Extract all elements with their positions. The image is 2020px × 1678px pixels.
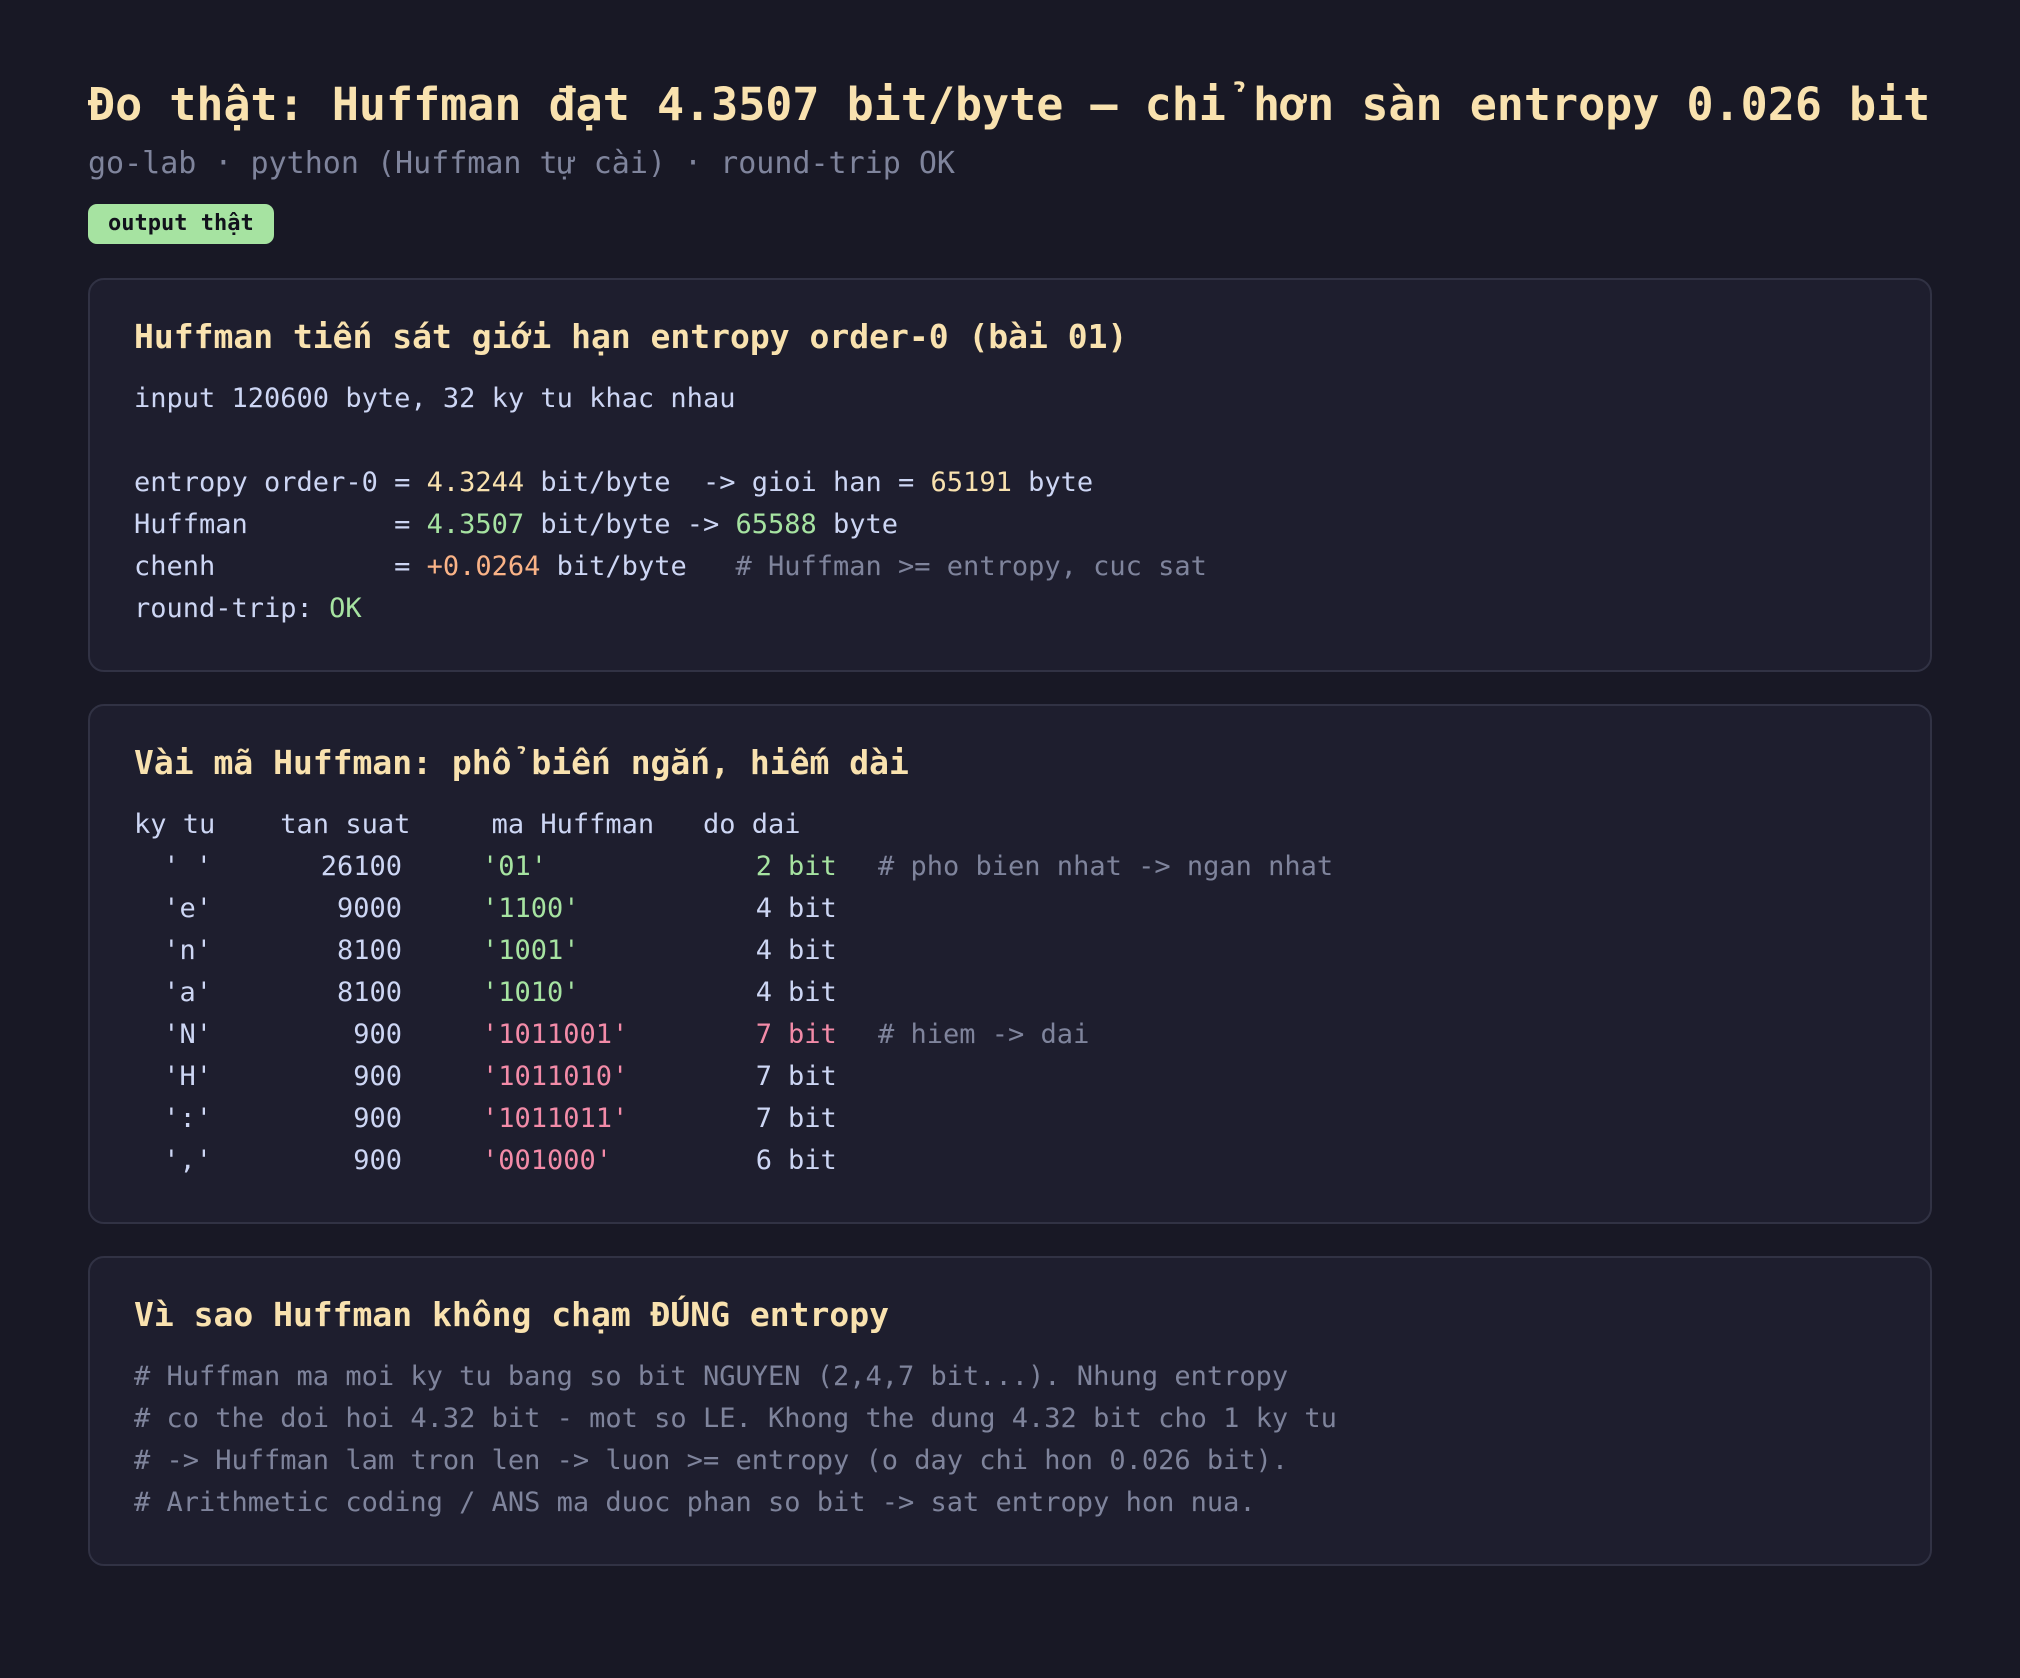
symbol-cell: ',' (163, 1145, 212, 1176)
length-cell: 6 (755, 1145, 772, 1176)
frequency-cell: 900 (353, 1061, 402, 1092)
unit-cell: bit (788, 893, 837, 924)
code-cell: '1001' (482, 935, 580, 966)
frequency-cell: 8100 (336, 935, 402, 966)
unit-cell: bit (788, 1061, 837, 1092)
table-row: ' ' 26100 '01' 2 bit # pho bien nhat -> ngan … (134, 846, 1886, 888)
table-row: 'e' 9000 '1100' 4 bit (134, 888, 1886, 930)
diff-value: +0.0264 (426, 551, 541, 582)
code-cell: '1011001' (482, 1019, 629, 1050)
card-entropy: Huffman tiến sát giới hạn entropy order-… (88, 278, 1932, 672)
table-row: 'n' 8100 '1001' 4 bit (134, 930, 1886, 972)
length-cell: 4 (755, 935, 772, 966)
table-row: ':' 900 '1011011' 7 bit (134, 1098, 1886, 1140)
codes-header: ky tu tan suat ma Huffman do dai (134, 809, 801, 840)
frequency-cell: 9000 (336, 893, 402, 924)
why-line: # Huffman ma moi ky tu bang so bit NGUYE… (134, 1361, 1289, 1392)
table-row: 'H' 900 '1011010' 7 bit (134, 1056, 1886, 1098)
code-cell: '001000' (482, 1145, 613, 1176)
card-why-title: Vì sao Huffman không chạm ĐÚNG entropy (134, 1295, 889, 1334)
code-cell: '1100' (482, 893, 580, 924)
entropy-mid: bit/byte -> gioi han = (524, 467, 931, 498)
unit-cell: bit (788, 1145, 837, 1176)
page-subtitle: go-lab · python (Huffman tự cài) · round… (88, 146, 955, 181)
entropy-unit: byte (1011, 467, 1094, 498)
symbol-cell: 'e' (163, 893, 212, 924)
symbol-cell: ' ' (163, 851, 212, 882)
table-row: ',' 900 '001000' 6 bit (134, 1140, 1886, 1182)
row-comment: # pho bien nhat -> ngan nhat (878, 851, 1334, 882)
table-row: 'N' 900 '1011001' 7 bit # hiem -> dai (134, 1014, 1886, 1056)
diff-comment: # Huffman >= entropy, cuc sat (735, 551, 1207, 582)
input-line: input 120600 byte, 32 ky tu khac nhau (134, 383, 736, 414)
page-title: Đo thật: Huffman đạt 4.3507 bit/byte — c… (88, 78, 1931, 131)
card-why: Vì sao Huffman không chạm ĐÚNG entropy #… (88, 1256, 1932, 1566)
codes-table: ' ' 26100 '01' 2 bit # pho bien nhat -> ngan … (134, 846, 1886, 1182)
table-row: 'a' 8100 '1010' 4 bit (134, 972, 1886, 1014)
frequency-cell: 900 (353, 1145, 402, 1176)
roundtrip-label: round-trip: (134, 593, 330, 624)
huffman-line: Huffman = 4.3507 bit/byte -> 65588 byte (134, 504, 1886, 546)
unit-cell: bit (788, 1103, 837, 1134)
huffman-bytes: 65588 (735, 509, 817, 540)
entropy-value: 4.3244 (426, 467, 525, 498)
length-cell: 2 (755, 851, 772, 882)
entropy-label: entropy order-0 = (134, 467, 427, 498)
card-codes-title: Vài mã Huffman: phổ biến ngắn, hiếm dài (134, 743, 909, 782)
huffman-label: Huffman = (134, 509, 427, 540)
symbol-cell: ':' (163, 1103, 212, 1134)
symbol-cell: 'n' (163, 935, 212, 966)
frequency-cell: 8100 (336, 977, 402, 1008)
row-comment: # hiem -> dai (878, 1019, 1090, 1050)
unit-cell: bit (788, 851, 837, 882)
length-cell: 4 (755, 893, 772, 924)
frequency-cell: 26100 (320, 851, 402, 882)
code-cell: '1010' (482, 977, 580, 1008)
huffman-unit: byte (816, 509, 899, 540)
roundtrip-line: round-trip: OK (134, 588, 1886, 630)
why-line: # Arithmetic coding / ANS ma duoc phan s… (134, 1487, 1256, 1518)
output-badge: output thật (88, 204, 274, 244)
why-line: # -> Huffman lam tron len -> luon >= ent… (134, 1445, 1289, 1476)
code-cell: '1011011' (482, 1103, 629, 1134)
unit-cell: bit (788, 935, 837, 966)
huffman-value: 4.3507 (426, 509, 525, 540)
why-line: # co the doi hoi 4.32 bit - mot so LE. K… (134, 1403, 1337, 1434)
diff-line: chenh = +0.0264 bit/byte # Huffman >= en… (134, 546, 1886, 588)
page: Đo thật: Huffman đạt 4.3507 bit/byte — c… (0, 0, 2020, 1566)
code-cell: '1011010' (482, 1061, 629, 1092)
symbol-cell: 'a' (163, 977, 212, 1008)
unit-cell: bit (788, 977, 837, 1008)
card-codes: Vài mã Huffman: phổ biến ngắn, hiếm dài … (88, 704, 1932, 1224)
symbol-cell: 'H' (163, 1061, 212, 1092)
length-cell: 7 (755, 1061, 772, 1092)
symbol-cell: 'N' (163, 1019, 212, 1050)
entropy-line: entropy order-0 = 4.3244 bit/byte -> gio… (134, 462, 1886, 504)
roundtrip-value: OK (329, 593, 362, 624)
frequency-cell: 900 (353, 1103, 402, 1134)
frequency-cell: 900 (353, 1019, 402, 1050)
diff-unit: bit/byte (540, 551, 736, 582)
length-cell: 4 (755, 977, 772, 1008)
code-cell: '01' (482, 851, 548, 882)
card-entropy-title: Huffman tiến sát giới hạn entropy order-… (134, 317, 1128, 356)
unit-cell: bit (788, 1019, 837, 1050)
length-cell: 7 (755, 1103, 772, 1134)
diff-label: chenh = (134, 551, 427, 582)
length-cell: 7 (755, 1019, 772, 1050)
entropy-limit: 65191 (930, 467, 1012, 498)
huffman-mid: bit/byte -> (524, 509, 736, 540)
